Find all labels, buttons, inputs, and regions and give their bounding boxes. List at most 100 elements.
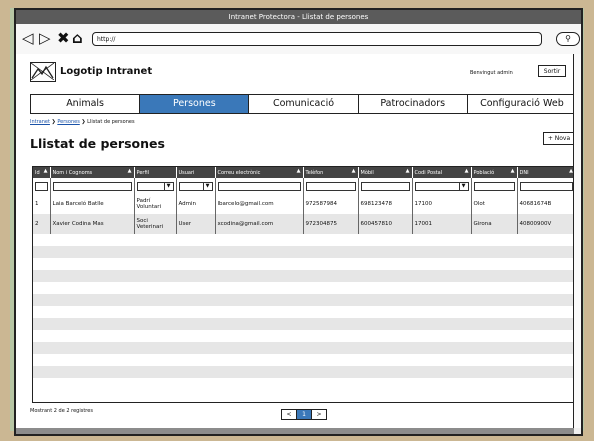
empty-row bbox=[33, 282, 576, 294]
logo-image-icon bbox=[30, 62, 56, 82]
page-1-button[interactable]: 1 bbox=[297, 410, 312, 419]
page-content: Logotip Intranet Benvingut admin Sortir … bbox=[16, 54, 577, 428]
back-icon[interactable]: ◁ bbox=[22, 28, 34, 48]
filter-id-input[interactable] bbox=[35, 181, 48, 191]
menu-item-animals[interactable]: Animals bbox=[31, 95, 141, 113]
chevron-down-icon: ▼ bbox=[202, 182, 212, 190]
col-header-name[interactable]: Nom i Cognoms ▲ bbox=[50, 167, 135, 178]
welcome-text: Benvingut admin bbox=[470, 70, 513, 76]
filter-name-input[interactable] bbox=[52, 181, 132, 191]
col-header-postal-code[interactable]: Codi Postal ▲ bbox=[412, 167, 472, 178]
persons-table: Id ▲ Nom i Cognoms ▲ Perfil Usuari Correu … bbox=[32, 166, 577, 403]
filter-mobile-input[interactable] bbox=[360, 181, 410, 191]
close-icon[interactable]: ✖ bbox=[57, 28, 70, 48]
menu-item-comunicacio[interactable]: Comunicació bbox=[249, 95, 359, 113]
col-header-id[interactable]: Id ▲ bbox=[33, 167, 51, 178]
cell-postal-code: 17001 bbox=[412, 214, 472, 234]
filter-postal-code-select[interactable]: ▼ bbox=[414, 181, 469, 191]
cell-dni: 40800900V bbox=[517, 214, 576, 234]
cell-mobile: 698123478 bbox=[358, 194, 413, 214]
filter-dni-input[interactable] bbox=[519, 181, 573, 191]
filter-phone-input[interactable] bbox=[305, 181, 356, 191]
col-header-mobile[interactable]: Mòbil ▲ bbox=[358, 167, 413, 178]
filter-user-select[interactable]: ▼ bbox=[178, 181, 213, 191]
browser-window: Intranet Protectora - Llistat de persone… bbox=[14, 8, 583, 436]
empty-row bbox=[33, 246, 576, 258]
col-header-city[interactable]: Població ▲ bbox=[471, 167, 518, 178]
cell-dni: 40681674B bbox=[517, 194, 576, 214]
window-title: Intranet Protectora - Llistat de persone… bbox=[16, 10, 581, 24]
cell-phone: 972587984 bbox=[303, 194, 359, 214]
table-row[interactable]: 2 Xavier Codina Mas Soci Veterinari User… bbox=[33, 214, 576, 234]
address-toolbar: ◁ ▷ ✖ ⌂ http:// ⚲ bbox=[16, 24, 581, 54]
col-header-profile[interactable]: Perfil bbox=[134, 167, 177, 178]
sort-up-icon[interactable]: ▲ bbox=[465, 168, 469, 174]
cell-city: Olot bbox=[471, 194, 518, 214]
empty-row bbox=[33, 306, 576, 318]
forward-icon[interactable]: ▷ bbox=[39, 28, 51, 48]
sort-up-icon[interactable]: ▲ bbox=[44, 168, 48, 174]
cell-name: Laia Barceló Batlle bbox=[50, 194, 135, 214]
table-row[interactable]: 1 Laia Barceló Batlle Padrí Voluntari Ad… bbox=[33, 194, 576, 214]
empty-row bbox=[33, 318, 576, 330]
filter-city-input[interactable] bbox=[473, 181, 515, 191]
menu-item-configuracio-web[interactable]: Configuració Web bbox=[468, 95, 576, 113]
filter-profile-select[interactable]: ▼ bbox=[136, 181, 174, 191]
cell-profile: Padrí Voluntari bbox=[134, 194, 177, 214]
next-page-button[interactable]: > bbox=[312, 410, 326, 419]
cell-city: Girona bbox=[471, 214, 518, 234]
filter-row: ▼ ▼ ▼ bbox=[33, 178, 576, 194]
menu-item-persones[interactable]: Persones bbox=[140, 95, 250, 113]
cell-mobile: 600457810 bbox=[358, 214, 413, 234]
page-title: Llistat de persones bbox=[30, 136, 165, 151]
empty-row bbox=[33, 342, 576, 354]
empty-row bbox=[33, 354, 576, 366]
vertical-scrollbar[interactable] bbox=[573, 54, 581, 428]
record-count: Mostrant 2 de 2 registres bbox=[30, 408, 93, 414]
table-header-row: Id ▲ Nom i Cognoms ▲ Perfil Usuari Correu … bbox=[33, 167, 576, 178]
empty-row bbox=[33, 270, 576, 282]
breadcrumb-persones[interactable]: Persones bbox=[57, 119, 79, 125]
url-field[interactable]: http:// bbox=[92, 32, 542, 46]
status-bar bbox=[16, 428, 574, 434]
cell-id: 2 bbox=[33, 214, 51, 234]
cell-email: lbarcelo@gmail.com bbox=[215, 194, 304, 214]
empty-row bbox=[33, 234, 576, 246]
prev-page-button[interactable]: < bbox=[282, 410, 297, 419]
pagination: < 1 > bbox=[281, 409, 327, 420]
col-header-dni[interactable]: DNI ▲ bbox=[517, 167, 576, 178]
logout-button[interactable]: Sortir bbox=[538, 65, 566, 77]
cell-phone: 972304875 bbox=[303, 214, 359, 234]
empty-row bbox=[33, 330, 576, 342]
col-header-user[interactable]: Usuari bbox=[176, 167, 216, 178]
sort-up-icon[interactable]: ▲ bbox=[352, 168, 356, 174]
logo-text: Logotip Intranet bbox=[60, 66, 153, 77]
empty-row bbox=[33, 294, 576, 306]
search-icon[interactable]: ⚲ bbox=[556, 32, 580, 46]
sort-up-icon[interactable]: ▲ bbox=[297, 168, 301, 174]
empty-row bbox=[33, 258, 576, 270]
breadcrumb-intranet[interactable]: Intranet bbox=[30, 119, 50, 125]
cell-id: 1 bbox=[33, 194, 51, 214]
cell-postal-code: 17100 bbox=[412, 194, 472, 214]
sort-up-icon[interactable]: ▲ bbox=[406, 168, 410, 174]
home-icon[interactable]: ⌂ bbox=[72, 28, 83, 48]
add-person-button[interactable]: + Nova bbox=[543, 132, 575, 145]
breadcrumb: Intranet ❯ Persones ❯ Llistat de persone… bbox=[30, 119, 135, 125]
menu-item-patrocinadors[interactable]: Patrocinadors bbox=[359, 95, 468, 113]
sort-up-icon[interactable]: ▲ bbox=[128, 168, 132, 174]
col-header-email[interactable]: Correu electrònic ▲ bbox=[215, 167, 304, 178]
filter-email-input[interactable] bbox=[217, 181, 301, 191]
col-header-phone[interactable]: Telèfon ▲ bbox=[303, 167, 359, 178]
breadcrumb-current: Llistat de persones bbox=[87, 119, 135, 125]
chevron-down-icon: ▼ bbox=[458, 182, 468, 190]
empty-row bbox=[33, 366, 576, 378]
cell-user: Admin bbox=[176, 194, 216, 214]
cell-profile: Soci Veterinari bbox=[134, 214, 177, 234]
main-menu: Animals Persones Comunicació Patrocinado… bbox=[30, 94, 577, 114]
chevron-down-icon: ▼ bbox=[163, 182, 173, 190]
cell-user: User bbox=[176, 214, 216, 234]
cell-name: Xavier Codina Mas bbox=[50, 214, 135, 234]
sort-up-icon[interactable]: ▲ bbox=[511, 168, 515, 174]
cell-email: xcodina@gmail.com bbox=[215, 214, 304, 234]
